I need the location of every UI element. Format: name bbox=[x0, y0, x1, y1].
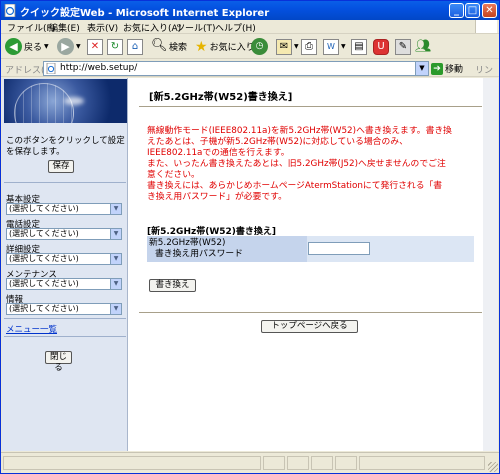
sidebar-divider bbox=[4, 318, 126, 319]
go-button[interactable]: ➔ 移動 bbox=[431, 62, 463, 75]
rewrite-button[interactable]: 書き換え bbox=[149, 279, 196, 292]
search-button[interactable]: 🔍︎ 検索 bbox=[151, 37, 187, 56]
sidebar-divider bbox=[4, 336, 126, 337]
chevron-down-icon: ▼ bbox=[110, 204, 121, 214]
edit-icon: W bbox=[323, 38, 339, 55]
toolbar-extra-button[interactable]: U bbox=[373, 37, 389, 56]
rewrite-password-input[interactable] bbox=[308, 242, 370, 255]
messenger-icon: 👥︎ bbox=[415, 39, 432, 54]
history-button[interactable]: ◷ bbox=[251, 37, 268, 56]
select-phone[interactable]: (選択してください) ▼ bbox=[6, 228, 122, 240]
address-url: http://web.setup/ bbox=[60, 63, 138, 73]
edit-button[interactable]: W ▼ bbox=[323, 37, 346, 56]
discuss-icon: ▤ bbox=[351, 38, 367, 55]
address-input[interactable]: http://web.setup/ ▼ bbox=[43, 61, 429, 76]
menu-favorites[interactable]: お気に入り(A) bbox=[123, 21, 181, 34]
menu-bar: ファイル(F) 編集(E) 表示(V) お気に入り(A) ツール(T) ヘルプ(… bbox=[1, 20, 499, 34]
select-advanced[interactable]: (選択してください) ▼ bbox=[6, 253, 122, 265]
save-hint-text: このボタンをクリックして設定を保存します。 bbox=[6, 136, 125, 157]
forward-arrow-icon: ▶ bbox=[57, 38, 74, 55]
menu-view[interactable]: 表示(V) bbox=[87, 21, 118, 34]
go-arrow-icon: ➔ bbox=[431, 62, 443, 75]
favorites-button[interactable]: ★ お気に入り bbox=[195, 37, 255, 56]
main-panel: [新5.2GHz帯(W52)書き換え] 無線動作モード(IEEE802.11a)… bbox=[129, 78, 498, 451]
back-arrow-icon: ◀ bbox=[5, 38, 22, 55]
refresh-icon: ↻ bbox=[107, 38, 123, 55]
menu-help[interactable]: ヘルプ(H) bbox=[215, 21, 256, 34]
select-info[interactable]: (選択してください) ▼ bbox=[6, 303, 122, 315]
address-bar: アドレス(D) http://web.setup/ ▼ ➔ 移動 リンク bbox=[1, 60, 499, 89]
address-dropdown-icon[interactable]: ▼ bbox=[415, 62, 428, 75]
status-bar bbox=[1, 452, 499, 473]
back-label: 戻る bbox=[24, 43, 43, 53]
research-icon: ✎ bbox=[395, 38, 411, 55]
menu-edit[interactable]: 編集(E) bbox=[49, 21, 80, 34]
back-to-top-page-button[interactable]: トップページへ戻る bbox=[261, 320, 358, 333]
chevron-down-icon: ▼ bbox=[110, 304, 121, 314]
chevron-down-icon: ▼ bbox=[110, 229, 121, 239]
print-icon: ⎙ bbox=[301, 38, 317, 55]
page-icon bbox=[46, 63, 56, 74]
password-form-table: 新5.2GHz帯(W52) 書き換え用パスワード bbox=[147, 236, 474, 262]
close-button[interactable]: 閉じる bbox=[45, 351, 72, 373]
page-title: [新5.2GHz帯(W52)書き換え] bbox=[149, 92, 293, 103]
resize-grip[interactable] bbox=[488, 462, 498, 472]
menu-tools[interactable]: ツール(T) bbox=[176, 21, 216, 34]
go-label: 移動 bbox=[445, 65, 464, 75]
mail-icon: ✉ bbox=[276, 38, 292, 55]
addon-u-icon: U bbox=[373, 38, 389, 55]
history-icon: ◷ bbox=[251, 38, 268, 55]
bottom-divider bbox=[139, 312, 482, 313]
search-label: 検索 bbox=[169, 43, 188, 53]
home-icon: ⌂ bbox=[127, 38, 143, 55]
sidebar-banner-image bbox=[4, 79, 127, 123]
ie-page-icon bbox=[4, 4, 16, 17]
sidebar-divider bbox=[4, 182, 126, 183]
chevron-down-icon: ▼ bbox=[110, 254, 121, 264]
minimize-button[interactable]: _ bbox=[449, 3, 464, 18]
warning-message: 無線動作モード(IEEE802.11a)を新5.2GHz帯(W52)へ書き換えま… bbox=[147, 126, 452, 202]
maximize-button[interactable]: □ bbox=[465, 3, 480, 18]
page-content: このボタンをクリックして設定を保存します。 保存 基本設定 (選択してください)… bbox=[2, 78, 498, 451]
title-divider bbox=[139, 106, 482, 107]
search-icon: 🔍︎ bbox=[151, 37, 168, 53]
back-button[interactable]: ◀ 戻る ▼ bbox=[5, 37, 49, 56]
mail-button[interactable]: ✉ ▼ bbox=[276, 37, 299, 56]
messenger-button[interactable]: 👥︎ bbox=[415, 37, 432, 56]
title-bar: クイック設定Web - Microsoft Internet Explorer … bbox=[1, 1, 499, 20]
select-basic[interactable]: (選択してください) ▼ bbox=[6, 203, 122, 215]
vertical-scrollbar[interactable] bbox=[483, 78, 498, 451]
menu-list-link[interactable]: メニュー一覧 bbox=[6, 323, 57, 335]
sidebar: このボタンをクリックして設定を保存します。 保存 基本設定 (選択してください)… bbox=[2, 78, 128, 451]
window-title: クイック設定Web - Microsoft Internet Explorer bbox=[20, 8, 270, 19]
password-field-label: 新5.2GHz帯(W52) 書き換え用パスワード bbox=[147, 236, 307, 262]
chevron-down-icon: ▼ bbox=[110, 279, 121, 289]
forward-button[interactable]: ▶ ▼ bbox=[57, 37, 81, 56]
browser-window: クイック設定Web - Microsoft Internet Explorer … bbox=[0, 0, 500, 474]
favorites-star-icon: ★ bbox=[195, 38, 208, 55]
menu-file[interactable]: ファイル(F) bbox=[7, 21, 55, 34]
research-button[interactable]: ✎ bbox=[395, 37, 411, 56]
print-button[interactable]: ⎙ bbox=[301, 37, 317, 56]
discuss-button[interactable]: ▤ bbox=[351, 37, 367, 56]
windows-logo-icon bbox=[475, 20, 497, 33]
close-window-button[interactable]: ✕ bbox=[482, 3, 497, 18]
home-button[interactable]: ⌂ bbox=[127, 37, 143, 56]
select-maintenance[interactable]: (選択してください) ▼ bbox=[6, 278, 122, 290]
stop-button[interactable]: ✕ bbox=[87, 37, 103, 56]
favorites-label: お気に入り bbox=[209, 43, 255, 53]
refresh-button[interactable]: ↻ bbox=[107, 37, 123, 56]
toolbar: ◀ 戻る ▼ ▶ ▼ ✕ ↻ ⌂ 🔍︎ 検索 ★ お気に入り ◷ ✉ ▼ ⎙ W… bbox=[1, 35, 499, 59]
save-button[interactable]: 保存 bbox=[48, 160, 74, 173]
stop-icon: ✕ bbox=[87, 38, 103, 55]
